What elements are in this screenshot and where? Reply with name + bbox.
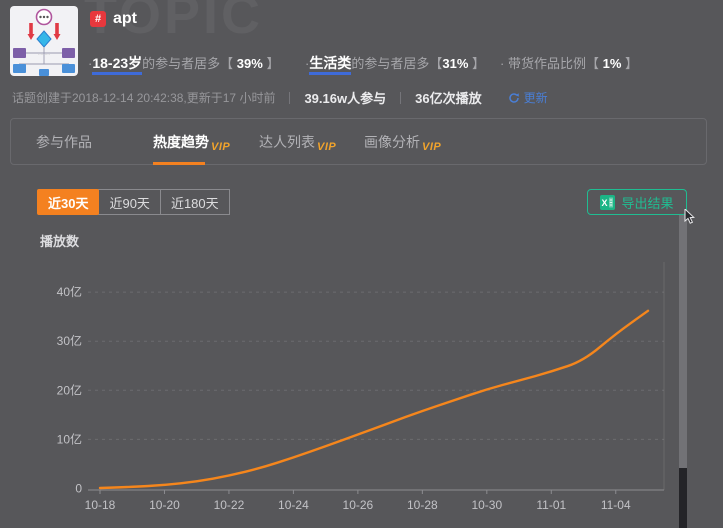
x-tick-label: 10-20 xyxy=(149,498,180,512)
insight-age: ·18-23岁的参与者居多【 39% 】 xyxy=(88,53,279,73)
refresh-button[interactable]: 更新 xyxy=(508,89,548,106)
insight-value: 1% xyxy=(603,56,622,71)
bracket: 【 xyxy=(586,56,603,71)
x-tick-label: 11-01 xyxy=(536,498,566,512)
topic-title-row: # apt xyxy=(90,10,137,28)
x-tick-label: 10-26 xyxy=(343,498,374,512)
bullet: · xyxy=(500,56,508,71)
y-tick-label: 10亿 xyxy=(57,431,82,446)
scrollbar-thumb[interactable] xyxy=(679,215,687,468)
bracket: 【 xyxy=(429,56,442,71)
insight-highlight: 18-23岁 xyxy=(92,55,142,75)
y-tick-label: 0 xyxy=(75,482,82,496)
insight-value: 39% xyxy=(237,56,263,71)
tab-participating-works[interactable]: 参与作品 xyxy=(36,119,92,164)
tab-label: 画像分析 xyxy=(364,132,420,152)
range-90d-button[interactable]: 近90天 xyxy=(98,189,160,215)
vip-badge: VIP xyxy=(211,141,230,153)
tab-portrait-analysis[interactable]: 画像分析 VIP xyxy=(364,119,441,164)
tab-label: 热度趋势 xyxy=(153,132,209,152)
tabs-bar: 参与作品 热度趋势 VIP 达人列表 VIP 画像分析 VIP xyxy=(10,118,707,165)
tab-heat-trend[interactable]: 热度趋势 VIP xyxy=(153,119,230,164)
x-tick-label: 11-04 xyxy=(601,498,631,512)
trend-line xyxy=(100,311,648,488)
export-results-button[interactable]: X 导出结果 xyxy=(587,189,687,215)
y-tick-label: 30亿 xyxy=(57,333,82,348)
topic-meta-row: 话题创建于2018-12-14 20:42:38,更新于17 小时前 39.16… xyxy=(12,88,548,107)
insight-value: 31% xyxy=(442,56,468,71)
export-label: 导出结果 xyxy=(621,193,673,212)
divider xyxy=(400,92,401,104)
x-tick-label: 10-28 xyxy=(407,498,438,512)
y-tick-label: 20亿 xyxy=(57,382,82,397)
tab-creator-list[interactable]: 达人列表 VIP xyxy=(259,119,336,164)
insight-rest: 的参与者居多 xyxy=(142,56,220,71)
excel-icon: X xyxy=(600,195,615,210)
refresh-icon xyxy=(508,92,520,104)
date-range-group: 近30天 近90天 近180天 xyxy=(38,189,230,215)
insight-category: ·生活类的参与者居多【31% 】 xyxy=(305,53,485,73)
x-tick-label: 10-30 xyxy=(471,498,502,512)
flowchart-image-icon: ……… xyxy=(10,6,78,76)
insight-rest: 的参与者居多 xyxy=(351,56,429,71)
created-updated-text: 话题创建于2018-12-14 20:42:38,更新于17 小时前 xyxy=(12,89,275,106)
topic-thumbnail: ……… xyxy=(10,6,78,76)
svg-text:X: X xyxy=(602,198,608,208)
bracket: 【 xyxy=(220,56,237,71)
bracket: 】 xyxy=(468,56,485,71)
plays-count: 36亿次播放 xyxy=(415,88,481,107)
mouse-cursor-icon xyxy=(684,209,696,225)
x-tick-label: 10-24 xyxy=(278,498,309,512)
vip-badge: VIP xyxy=(422,141,441,153)
topic-analytics-page: TOPIC ……… # apt xyxy=(0,0,723,528)
hashtag-badge-icon: # xyxy=(90,11,106,27)
insight-highlight: 生活类 xyxy=(309,55,351,75)
tab-label: 达人列表 xyxy=(259,132,315,152)
chart-title: 播放数 xyxy=(40,231,79,250)
insight-commerce: · 带货作品比例【 1% 】 xyxy=(500,53,638,72)
range-30d-button[interactable]: 近30天 xyxy=(37,189,99,215)
vip-badge: VIP xyxy=(317,141,336,153)
refresh-label: 更新 xyxy=(524,89,548,106)
divider xyxy=(289,92,290,104)
participants-count: 39.16w人参与 xyxy=(304,88,386,107)
range-180d-button[interactable]: 近180天 xyxy=(160,189,230,215)
tab-label: 参与作品 xyxy=(36,132,92,152)
insight-rest: 带货作品比例 xyxy=(508,56,586,71)
topic-title: apt xyxy=(113,10,137,28)
x-tick-label: 10-18 xyxy=(85,498,116,512)
bracket: 】 xyxy=(621,56,638,71)
trend-chart: 0 10亿 20亿 30亿 40亿 10-18 10-20 10-22 10-24 10-26 10… xyxy=(0,0,723,528)
active-tab-underline xyxy=(153,162,205,165)
bracket: 】 xyxy=(263,56,280,71)
y-tick-label: 40亿 xyxy=(57,284,82,299)
x-tick-label: 10-22 xyxy=(214,498,245,512)
scrollbar-track[interactable] xyxy=(679,468,687,528)
